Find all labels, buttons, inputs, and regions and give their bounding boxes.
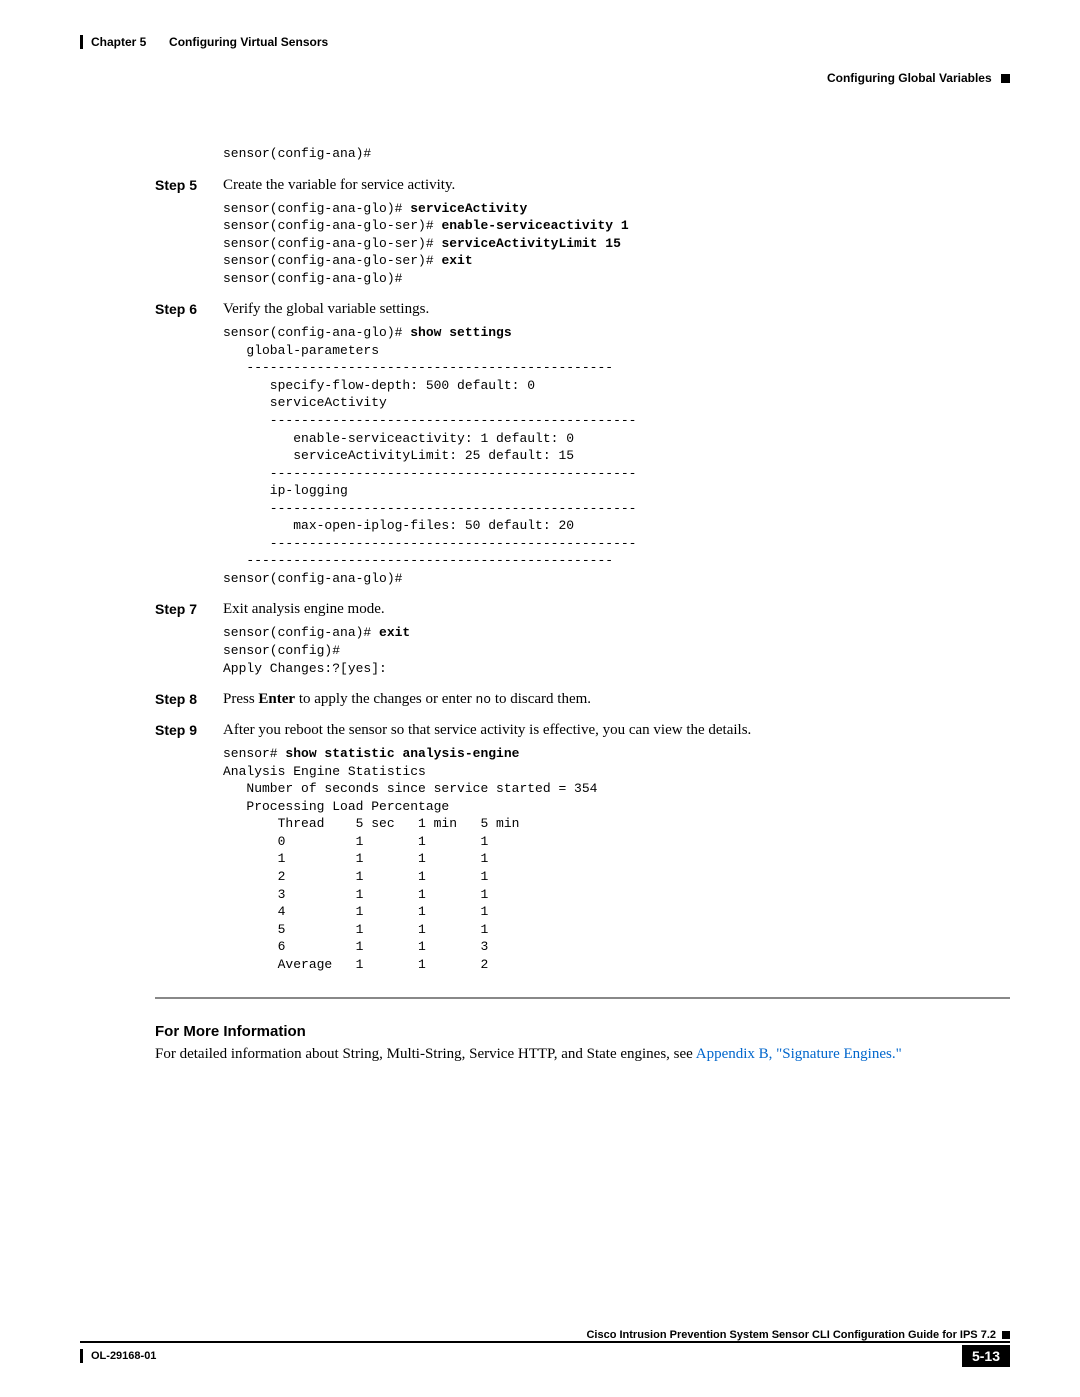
section-divider	[155, 997, 1010, 999]
chapter-number: Chapter 5	[91, 35, 146, 49]
header-square-icon	[1001, 74, 1010, 83]
step9-label: Step 9	[155, 722, 223, 739]
step8-text: Press Enter to apply the changes or ente…	[223, 691, 1010, 708]
step6-label: Step 6	[155, 301, 223, 318]
step5-label: Step 5	[155, 177, 223, 194]
footer-rule	[80, 1341, 1010, 1343]
section-title: Configuring Global Variables	[827, 71, 992, 85]
footer-square-icon	[1002, 1331, 1010, 1339]
step7-text: Exit analysis engine mode.	[223, 601, 1010, 618]
step6-text: Verify the global variable settings.	[223, 301, 1010, 318]
page-number: 5-13	[962, 1345, 1010, 1367]
for-more-info-heading: For More Information	[155, 1023, 1010, 1040]
header-bar-icon	[80, 35, 83, 49]
code-block-6: sensor(config-ana-glo)# show settings gl…	[223, 324, 1010, 587]
footer-guide-title: Cisco Intrusion Prevention System Sensor…	[80, 1329, 1002, 1341]
code-block-7: sensor(config-ana)# exit sensor(config)#…	[223, 624, 1010, 677]
step5-text: Create the variable for service activity…	[223, 177, 1010, 194]
code-block-5: sensor(config-ana-glo)# serviceActivity …	[223, 200, 1010, 288]
doc-number: OL-29168-01	[91, 1350, 156, 1362]
step9-text: After you reboot the sensor so that serv…	[223, 722, 1010, 739]
code-block-pre: sensor(config-ana)#	[223, 145, 1010, 163]
for-more-info-body: For detailed information about String, M…	[155, 1044, 1010, 1064]
code-block-9: sensor# show statistic analysis-engine A…	[223, 745, 1010, 973]
chapter-title: Configuring Virtual Sensors	[169, 35, 328, 49]
step7-label: Step 7	[155, 601, 223, 618]
footer-bar-icon	[80, 1349, 83, 1363]
appendix-link[interactable]: Appendix B, "Signature Engines."	[696, 1046, 902, 1062]
step8-label: Step 8	[155, 691, 223, 708]
